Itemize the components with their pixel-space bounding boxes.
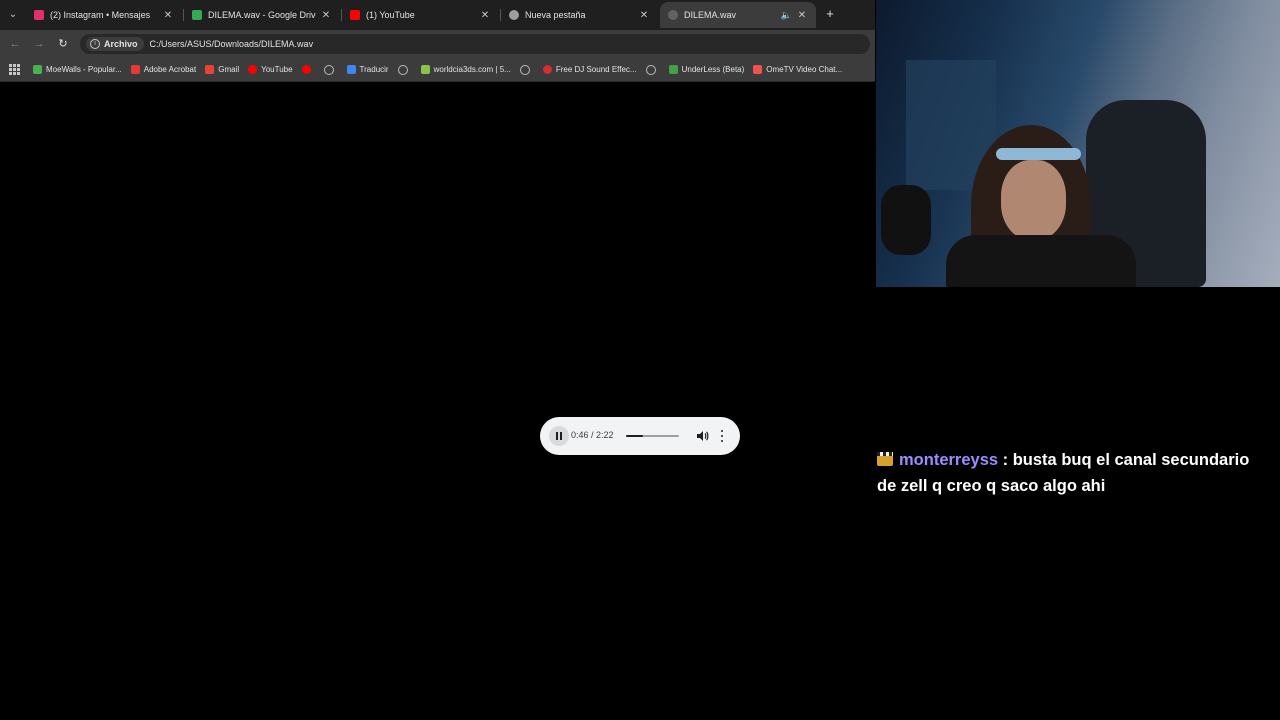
tab-google-drive[interactable]: DILEMA.wav - Google Drive ✕ bbox=[184, 2, 340, 28]
globe-icon bbox=[519, 64, 530, 75]
google-drive-icon bbox=[192, 10, 202, 20]
close-icon[interactable]: ✕ bbox=[796, 10, 808, 21]
browser-window: ⌄ (2) Instagram • Mensajes ✕ DILEMA.wav … bbox=[0, 0, 875, 720]
seek-slider[interactable] bbox=[626, 435, 679, 437]
more-options-icon[interactable] bbox=[720, 430, 724, 442]
moewalls-icon bbox=[33, 65, 42, 74]
webcam-person-face bbox=[1001, 160, 1066, 240]
instagram-icon bbox=[34, 10, 44, 20]
tab-title: DILEMA.wav bbox=[684, 10, 737, 20]
back-arrow-icon[interactable]: ← bbox=[7, 36, 23, 52]
webcam-microphone bbox=[881, 185, 931, 255]
tab-title: (1) YouTube bbox=[366, 10, 415, 20]
webcam-feed bbox=[876, 0, 1280, 287]
tab-title: (2) Instagram • Mensajes bbox=[50, 10, 151, 20]
globe-icon bbox=[668, 10, 678, 20]
speaker-icon[interactable]: 🔈 bbox=[781, 10, 792, 21]
new-tab-button[interactable]: + bbox=[822, 6, 838, 22]
tab-new-tab[interactable]: Nueva pestaña ✕ bbox=[501, 2, 658, 28]
bookmark-label: UnderLess (Beta) bbox=[681, 65, 745, 74]
tab-search-chevron-icon[interactable]: ⌄ bbox=[4, 7, 22, 23]
bookmark-gmail[interactable]: Gmail bbox=[205, 65, 239, 74]
bookmark-worldcia3ds[interactable]: worldcia3ds.com | 5... bbox=[420, 65, 511, 74]
close-icon[interactable]: ✕ bbox=[320, 10, 332, 21]
forward-arrow-icon[interactable]: → bbox=[31, 36, 47, 52]
bookmark-ometv[interactable]: OmeTV Video Chat... bbox=[753, 65, 842, 74]
bookmark-youtube-2[interactable] bbox=[301, 65, 315, 74]
globe-icon bbox=[397, 64, 408, 75]
bookmark-label: worldcia3ds.com | 5... bbox=[433, 65, 511, 74]
bookmark-globe-2[interactable] bbox=[397, 64, 412, 75]
globe-icon bbox=[323, 64, 334, 75]
tab-title: Nueva pestaña bbox=[525, 10, 586, 20]
bookmark-moewalls[interactable]: MoeWalls - Popular... bbox=[33, 65, 122, 74]
tab-title: DILEMA.wav - Google Drive bbox=[208, 10, 316, 20]
youtube-icon bbox=[248, 65, 258, 74]
close-icon[interactable]: ✕ bbox=[162, 10, 174, 21]
youtube-icon bbox=[301, 65, 311, 74]
webcam-headband bbox=[996, 148, 1081, 160]
bookmark-adobe-acrobat[interactable]: Adobe Acrobat bbox=[130, 65, 197, 74]
bookmark-label: YouTube bbox=[261, 65, 293, 74]
apps-grid-icon[interactable] bbox=[7, 63, 21, 77]
bookmark-underless[interactable]: UnderLess (Beta) bbox=[668, 65, 745, 74]
bookmark-globe-3[interactable] bbox=[519, 64, 534, 75]
bookmark-free-dj-sound[interactable]: Free DJ Sound Effec... bbox=[542, 65, 637, 74]
ometv-icon bbox=[753, 65, 763, 74]
bookmark-label: MoeWalls - Popular... bbox=[46, 65, 122, 74]
site-info-chip[interactable]: i Archivo bbox=[86, 37, 144, 51]
chrome-icon bbox=[509, 10, 519, 20]
bookmarks-bar: MoeWalls - Popular... Adobe Acrobat Gmai… bbox=[0, 58, 875, 82]
volume-icon[interactable] bbox=[695, 429, 709, 443]
close-icon[interactable]: ✕ bbox=[479, 10, 491, 21]
url-text: C:/Users/ASUS/Downloads/DILEMA.wav bbox=[149, 39, 314, 49]
chat-username: monterreyss bbox=[899, 451, 999, 469]
bookmark-globe-1[interactable] bbox=[323, 64, 338, 75]
globe-icon bbox=[645, 64, 656, 75]
bookmark-label: Traducir bbox=[359, 65, 389, 74]
seek-progress bbox=[626, 435, 644, 437]
bookmark-label: Free DJ Sound Effec... bbox=[555, 65, 637, 74]
bookmark-traducir[interactable]: Traducir bbox=[346, 65, 389, 74]
media-viewer bbox=[0, 83, 875, 720]
worldcia3ds-icon bbox=[420, 65, 430, 74]
bookmark-youtube[interactable]: YouTube bbox=[248, 65, 293, 74]
tab-dilema-wav[interactable]: DILEMA.wav 🔈 ✕ bbox=[660, 2, 816, 28]
pause-icon bbox=[556, 432, 558, 440]
bookmark-label: OmeTV Video Chat... bbox=[766, 65, 843, 74]
clapperboard-badge-icon bbox=[877, 452, 893, 466]
reload-icon[interactable]: ↻ bbox=[55, 36, 71, 52]
bookmark-label: Gmail bbox=[218, 65, 240, 74]
gmail-icon bbox=[205, 65, 215, 74]
pause-icon bbox=[560, 432, 562, 440]
pause-button[interactable] bbox=[549, 426, 569, 446]
bookmark-label: Adobe Acrobat bbox=[143, 65, 197, 74]
info-icon: i bbox=[90, 39, 100, 49]
address-bar[interactable]: i Archivo C:/Users/ASUS/Downloads/DILEMA… bbox=[80, 34, 870, 54]
close-icon[interactable]: ✕ bbox=[638, 10, 650, 21]
playback-time: 0:46 / 2:22 bbox=[571, 430, 614, 440]
site-info-label: Archivo bbox=[104, 39, 138, 49]
adobe-acrobat-icon bbox=[130, 65, 140, 74]
chat-message: monterreyss : busta buq el canal secunda… bbox=[877, 447, 1272, 499]
underless-icon bbox=[668, 65, 678, 74]
youtube-icon bbox=[350, 10, 360, 20]
free-dj-sound-icon bbox=[542, 65, 552, 74]
translate-icon bbox=[346, 65, 356, 74]
tab-instagram[interactable]: (2) Instagram • Mensajes ✕ bbox=[26, 2, 182, 28]
tab-youtube[interactable]: (1) YouTube ✕ bbox=[342, 2, 499, 28]
browser-toolbar: ← → ↻ i Archivo C:/Users/ASUS/Downloads/… bbox=[0, 30, 875, 58]
tab-strip: ⌄ (2) Instagram • Mensajes ✕ DILEMA.wav … bbox=[0, 0, 875, 30]
bookmark-globe-4[interactable] bbox=[645, 64, 660, 75]
webcam-person-body bbox=[946, 235, 1136, 287]
audio-player: 0:46 / 2:22 bbox=[540, 417, 740, 455]
